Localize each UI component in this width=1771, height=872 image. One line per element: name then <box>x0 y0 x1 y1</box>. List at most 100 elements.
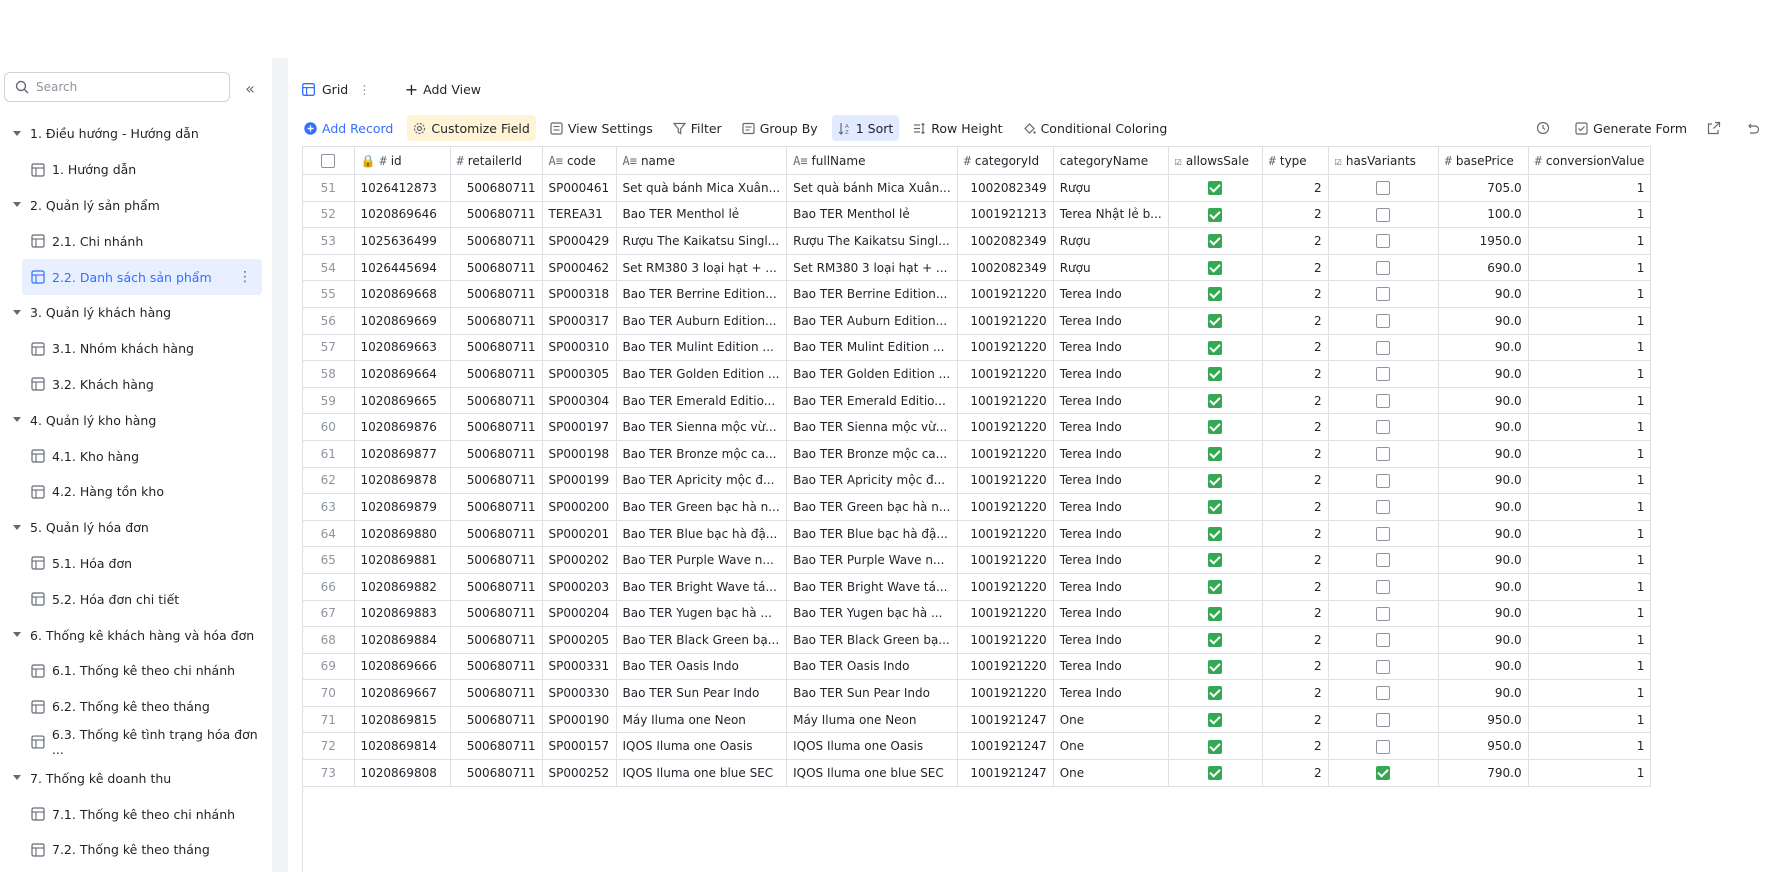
cell-conversionValue[interactable]: 1 <box>1528 307 1652 335</box>
cell-retailerId[interactable]: 500680711 <box>450 626 543 654</box>
table-row[interactable]: 66 1020869882 500680711 SP000203 Bao TER Bri… <box>303 573 1652 601</box>
cell-type[interactable]: 2 <box>1262 440 1329 468</box>
cell-basePrice[interactable]: 705.0 <box>1438 174 1529 202</box>
cell-retailerId[interactable]: 500680711 <box>450 360 543 388</box>
cell-type[interactable]: 2 <box>1262 573 1329 601</box>
checkbox-checked[interactable] <box>1208 500 1223 515</box>
cell-id[interactable]: 1020869669 <box>354 307 451 335</box>
sidebar-group[interactable]: 4. Quản lý kho hàng <box>0 402 272 438</box>
cell-name[interactable]: Bao TER Berrine Edition... <box>616 280 788 308</box>
cell-fullName[interactable]: Rượu The Kaikatsu Singl... <box>786 227 958 255</box>
cell-basePrice[interactable]: 90.0 <box>1438 493 1529 521</box>
cell-id[interactable]: 1020869665 <box>354 387 451 415</box>
sidebar-item[interactable]: 6.3. Thống kê tình trạng hóa đơn ... <box>0 725 272 761</box>
cell-type[interactable]: 2 <box>1262 732 1329 761</box>
checkbox-checked[interactable] <box>1208 420 1223 435</box>
cell-basePrice[interactable]: 100.0 <box>1438 201 1529 229</box>
checkbox-unchecked[interactable] <box>1376 606 1391 621</box>
checkbox-unchecked[interactable] <box>1376 500 1391 515</box>
checkbox-unchecked[interactable] <box>1376 367 1391 382</box>
cell-code[interactable]: SP000204 <box>542 600 617 628</box>
table-row[interactable]: 69 1020869666 500680711 SP000331 Bao TER Oas… <box>303 653 1652 681</box>
more-icon[interactable]: ⋮ <box>238 269 252 285</box>
table-row[interactable]: 58 1020869664 500680711 SP000305 Bao TER Gol… <box>303 360 1652 388</box>
sidebar-item[interactable]: 5.2. Hóa đơn chi tiết <box>0 581 272 617</box>
cell-conversionValue[interactable]: 1 <box>1528 387 1652 415</box>
table-row[interactable]: 73 1020869808 500680711 SP000252 IQOS Iluma … <box>303 759 1652 787</box>
cell-categoryId[interactable]: 1001921220 <box>957 413 1054 441</box>
cell-categoryName[interactable]: Terea Indo <box>1053 653 1169 681</box>
cell-fullName[interactable]: Bao TER Emerald Editio... <box>786 387 958 415</box>
cell-name[interactable]: Set RM380 3 loại hạt + ... <box>616 254 788 282</box>
cell-code[interactable]: SP000462 <box>542 254 617 282</box>
checkbox-checked[interactable] <box>1208 739 1223 754</box>
cell-allowsSale[interactable] <box>1168 467 1263 495</box>
cell-name[interactable]: Bao TER Oasis Indo <box>616 653 788 681</box>
cell-name[interactable]: Bao TER Yugen bạc hà ... <box>616 600 788 628</box>
cell-categoryId[interactable]: 1001921220 <box>957 360 1054 388</box>
table-row[interactable]: 67 1020869883 500680711 SP000204 Bao TER Yug… <box>303 600 1652 628</box>
cell-allowsSale[interactable] <box>1168 413 1263 441</box>
cell-categoryName[interactable]: Rượu <box>1053 227 1169 255</box>
cell-code[interactable]: SP000304 <box>542 387 617 415</box>
cell-allowsSale[interactable] <box>1168 201 1263 229</box>
cell-basePrice[interactable]: 90.0 <box>1438 573 1529 601</box>
table-row[interactable]: 53 1025636499 500680711 SP000429 Rượu The Ka… <box>303 227 1652 255</box>
cell-id[interactable]: 1025636499 <box>354 227 451 255</box>
cell-conversionValue[interactable]: 1 <box>1528 227 1652 255</box>
search-box[interactable] <box>4 72 230 102</box>
cell-fullName[interactable]: Bao TER Green bạc hà n... <box>786 493 958 521</box>
cell-type[interactable]: 2 <box>1262 387 1329 415</box>
cell-type[interactable]: 2 <box>1262 334 1329 362</box>
cell-hasVariants[interactable] <box>1328 467 1439 495</box>
cell-allowsSale[interactable] <box>1168 679 1263 707</box>
cell-id[interactable]: 1020869663 <box>354 334 451 362</box>
cell-retailerId[interactable]: 500680711 <box>450 227 543 255</box>
table-row[interactable]: 62 1020869878 500680711 SP000199 Bao TER Apr… <box>303 467 1652 495</box>
checkbox-unchecked[interactable] <box>1376 446 1391 461</box>
view-settings-button[interactable]: View Settings <box>544 115 659 141</box>
cell-name[interactable]: Bao TER Auburn Edition... <box>616 307 788 335</box>
table-row[interactable]: 65 1020869881 500680711 SP000202 Bao TER Pur… <box>303 546 1652 574</box>
cell-conversionValue[interactable]: 1 <box>1528 600 1652 628</box>
cell-fullName[interactable]: Bao TER Sienna mộc vừ... <box>786 413 958 441</box>
cell-name[interactable]: Bao TER Menthol lẻ <box>616 201 788 229</box>
cell-basePrice[interactable]: 90.0 <box>1438 600 1529 628</box>
cell-allowsSale[interactable] <box>1168 520 1263 548</box>
cell-retailerId[interactable]: 500680711 <box>450 679 543 707</box>
cell-categoryId[interactable]: 1001921220 <box>957 280 1054 308</box>
cell-conversionValue[interactable]: 1 <box>1528 759 1652 787</box>
column-header-basePrice[interactable]: # basePrice <box>1438 146 1529 175</box>
cell-conversionValue[interactable]: 1 <box>1528 520 1652 548</box>
cell-name[interactable]: Bao TER Sun Pear Indo <box>616 679 788 707</box>
cell-conversionValue[interactable]: 1 <box>1528 174 1652 202</box>
cell-name[interactable]: Bao TER Apricity mộc đ... <box>616 467 788 495</box>
checkbox-unchecked[interactable] <box>1376 287 1391 302</box>
checkbox-unchecked[interactable] <box>1376 260 1391 275</box>
cell-type[interactable]: 2 <box>1262 201 1329 229</box>
checkbox-checked[interactable] <box>1208 207 1223 222</box>
cell-id[interactable]: 1020869666 <box>354 653 451 681</box>
cell-categoryId[interactable]: 1001921220 <box>957 520 1054 548</box>
cell-id[interactable]: 1020869876 <box>354 413 451 441</box>
column-header-hasVariants[interactable]: ☑ hasVariants <box>1328 146 1439 175</box>
checkbox-unchecked[interactable] <box>1376 473 1391 488</box>
cell-hasVariants[interactable] <box>1328 201 1439 229</box>
cell-allowsSale[interactable] <box>1168 174 1263 202</box>
cell-basePrice[interactable]: 90.0 <box>1438 440 1529 468</box>
add-view-button[interactable]: + Add View <box>405 80 481 99</box>
table-row[interactable]: 70 1020869667 500680711 SP000330 Bao TER Sun… <box>303 679 1652 707</box>
cell-categoryId[interactable]: 1001921220 <box>957 653 1054 681</box>
cell-name[interactable]: Bao TER Bright Wave tá... <box>616 573 788 601</box>
cell-retailerId[interactable]: 500680711 <box>450 467 543 495</box>
checkbox-unchecked[interactable] <box>1376 420 1391 435</box>
cell-basePrice[interactable]: 790.0 <box>1438 759 1529 787</box>
cell-type[interactable]: 2 <box>1262 413 1329 441</box>
cell-categoryId[interactable]: 1001921220 <box>957 440 1054 468</box>
checkbox-unchecked[interactable] <box>1376 393 1391 408</box>
cell-hasVariants[interactable] <box>1328 600 1439 628</box>
cell-categoryId[interactable]: 1002082349 <box>957 227 1054 255</box>
cell-fullName[interactable]: Bao TER Mulint Edition ... <box>786 334 958 362</box>
cell-conversionValue[interactable]: 1 <box>1528 706 1652 734</box>
cell-retailerId[interactable]: 500680711 <box>450 520 543 548</box>
